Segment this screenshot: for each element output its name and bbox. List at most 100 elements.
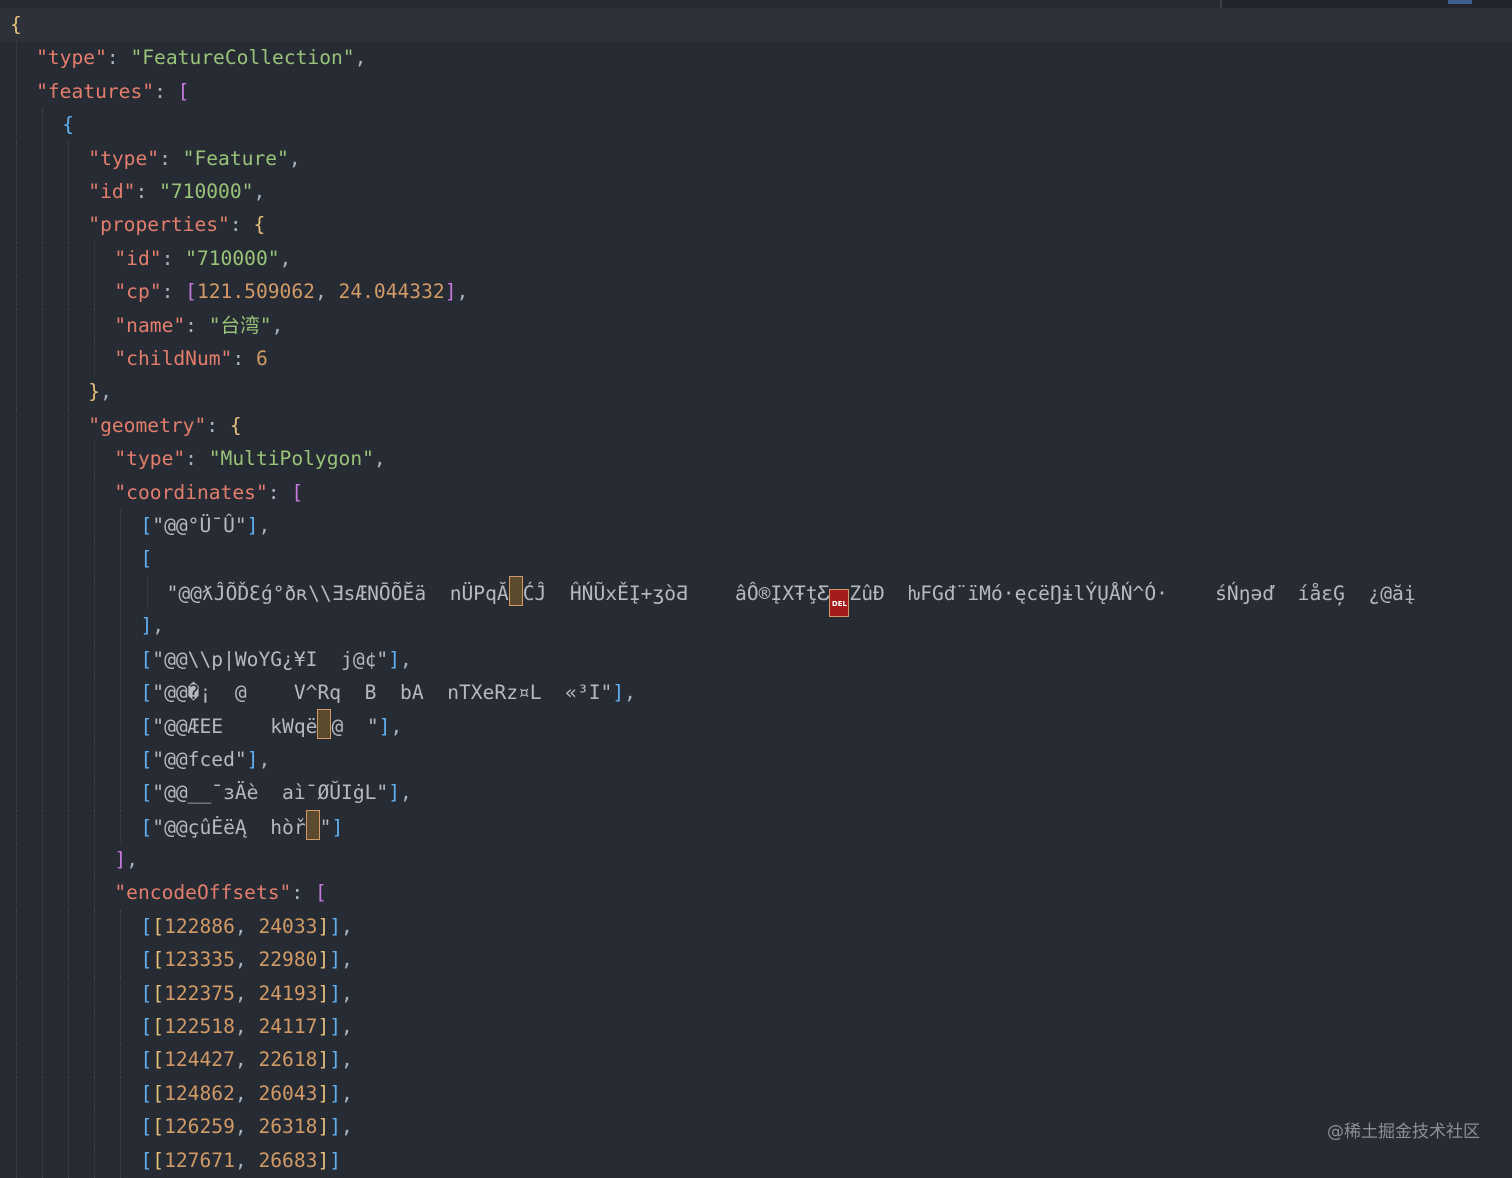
code-line[interactable]: "childNum": 6 — [0, 342, 1512, 376]
indent-guide — [42, 709, 44, 744]
indent-guide — [16, 442, 18, 477]
code-line[interactable]: ], — [0, 843, 1512, 877]
indent-guide — [42, 342, 44, 376]
code-line[interactable]: [[127671, 26683]] — [0, 1143, 1512, 1178]
indent-guide — [16, 408, 18, 443]
code-text: ["@@�¡ @ V^Rq B bA nTXeRz¤L «³I"], — [140, 681, 636, 704]
code-line[interactable]: { — [0, 8, 1512, 42]
code-line[interactable]: "coordinates": [ — [0, 475, 1512, 510]
indent-guide — [120, 1043, 122, 1078]
indent-guide — [42, 809, 44, 844]
code-text: ["@@fced"], — [140, 747, 271, 771]
code-line[interactable]: { — [0, 108, 1512, 143]
indent-guide — [94, 308, 96, 343]
indent-guide — [146, 575, 149, 610]
code-line[interactable]: "encodeOffsets": [ — [0, 876, 1512, 911]
code-line[interactable]: ["@@ÆEE kWqë @ "], — [0, 709, 1512, 744]
code-line[interactable]: ], — [0, 609, 1512, 644]
code-line[interactable]: [[126259, 26318]], — [0, 1110, 1512, 1145]
indent-guide — [42, 542, 44, 577]
indent-guide — [68, 1043, 70, 1078]
indent-guide — [42, 843, 44, 877]
indent-guide — [16, 74, 18, 109]
indent-guide — [16, 542, 18, 577]
indent-guide — [42, 375, 44, 410]
indent-guide — [94, 1043, 96, 1078]
code-line[interactable]: ["@@çûĖëĄ hòř "] — [0, 809, 1512, 845]
code-text: [ — [140, 547, 153, 571]
code-line[interactable]: "type": "MultiPolygon", — [0, 442, 1512, 477]
indent-guide — [16, 342, 18, 376]
indent-guide — [120, 609, 122, 644]
indent-guide — [120, 709, 122, 744]
indent-guide — [16, 1076, 18, 1111]
code-line[interactable]: "name": "台湾", — [0, 308, 1512, 343]
code-line[interactable]: "id": "710000", — [0, 175, 1512, 209]
encoded-string: "@@\\p|WoYG¿¥I j@¢" — [152, 647, 389, 671]
code-line[interactable]: "features": [ — [0, 74, 1512, 109]
indent-guide — [120, 742, 122, 777]
indent-guide — [94, 1010, 96, 1044]
indent-guide — [42, 909, 44, 944]
indent-guide — [120, 976, 122, 1011]
code-text: "type": "Feature", — [88, 146, 301, 170]
indent-guide — [68, 1010, 70, 1044]
indent-guide — [94, 442, 96, 477]
indent-guide — [120, 1010, 122, 1044]
code-text: ["@@çûĖëĄ hòř "] — [141, 809, 343, 845]
code-line[interactable]: "id": "710000", — [0, 241, 1512, 276]
code-line[interactable]: [ — [0, 542, 1512, 577]
encoded-string: "@@°Ü¯Û" — [152, 514, 247, 537]
indent-guide — [16, 976, 18, 1011]
indent-guide — [120, 1076, 122, 1111]
indent-guide — [94, 609, 96, 644]
code-text: "features": [ — [36, 79, 190, 103]
indent-guide — [16, 108, 18, 143]
code-line[interactable]: ["@@fced"], — [0, 742, 1512, 777]
code-text: [[123335, 22980]], — [140, 948, 353, 972]
indent-guide — [16, 709, 18, 744]
code-text: "type": "MultiPolygon", — [114, 447, 386, 471]
code-line[interactable]: ["@@__¯ɜÄè aì¯ØŬIġL"], — [0, 776, 1512, 811]
indent-guide — [42, 442, 44, 477]
indent-guide — [94, 475, 96, 510]
code-editor[interactable]: { "type": "FeatureCollection", "features":… — [0, 8, 1512, 1178]
indent-guide — [94, 676, 96, 710]
indent-guide — [16, 642, 18, 677]
code-line[interactable]: [[122886, 24033]], — [0, 909, 1512, 944]
indent-guide — [42, 876, 44, 911]
code-line[interactable]: "type": "Feature", — [0, 141, 1512, 176]
indent-guide — [94, 342, 96, 376]
indent-guide — [120, 676, 122, 710]
code-line[interactable]: }, — [0, 375, 1512, 410]
code-line[interactable]: "properties": { — [0, 208, 1512, 243]
indent-guide — [42, 175, 44, 209]
code-line[interactable]: ["@@\\p|WoYG¿¥I j@¢"], — [0, 642, 1512, 677]
code-line[interactable]: [[124862, 26043]], — [0, 1076, 1512, 1111]
code-line[interactable]: [[122518, 24117]], — [0, 1010, 1512, 1044]
code-line[interactable]: ["@@°Ü¯Û"], — [0, 509, 1512, 543]
code-text: { — [10, 13, 22, 36]
minimap-viewport-indicator[interactable] — [1448, 0, 1472, 4]
code-line[interactable]: "cp": [121.509062, 24.044332], — [0, 275, 1512, 310]
indent-guide — [68, 475, 70, 510]
code-line[interactable]: ["@@�¡ @ V^Rq B bA nTXeRz¤L «³I"], — [0, 676, 1512, 710]
code-text: [[122375, 24193]], — [140, 981, 353, 1005]
indent-guide — [16, 609, 18, 644]
indent-guide — [42, 141, 44, 176]
encoded-string: "@@__¯ɜÄè aì¯ØŬIġL" — [152, 781, 389, 805]
code-line[interactable]: "type": "FeatureCollection", — [0, 41, 1512, 76]
code-line[interactable]: "geometry": { — [0, 408, 1512, 443]
indent-guide — [68, 542, 70, 577]
encoded-string: "@@fced" — [152, 747, 247, 771]
code-line[interactable]: [[122375, 24193]], — [0, 976, 1512, 1011]
code-line[interactable]: "@@ƛĴÕĎƐǵ°ðʀ\\ƎsÆNŌÕĔä nÜPqĂ ĆĴ ĤŃŨxĚĮ+ʒò… — [0, 575, 1512, 617]
indent-guide — [68, 709, 70, 744]
indent-guide — [120, 575, 122, 610]
indent-guide — [42, 241, 44, 276]
code-text: "properties": { — [88, 213, 266, 237]
code-line[interactable]: [[123335, 22980]], — [0, 943, 1512, 978]
indent-guide — [42, 275, 44, 310]
indent-guide — [16, 843, 18, 877]
code-line[interactable]: [[124427, 22618]], — [0, 1043, 1512, 1078]
